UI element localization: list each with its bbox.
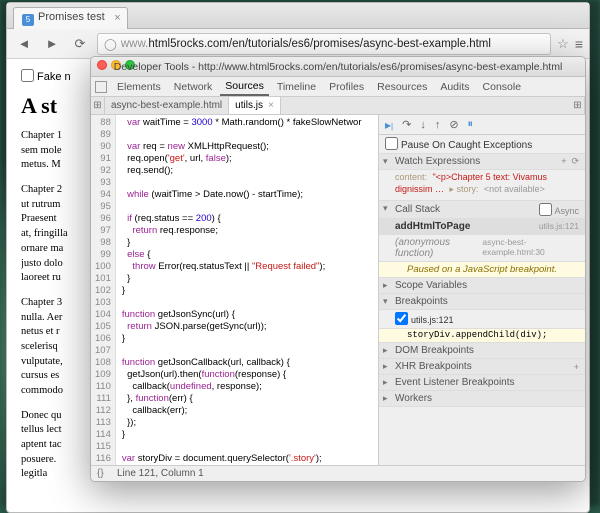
- url-proto: www.: [121, 38, 148, 50]
- globe-icon: ◯: [104, 37, 117, 51]
- breakpoint-item[interactable]: utils.js:121: [379, 310, 585, 329]
- paused-message: Paused on a JavaScript breakpoint.: [379, 262, 585, 278]
- tab-sources[interactable]: Sources: [220, 78, 269, 96]
- inspect-icon[interactable]: [95, 81, 107, 93]
- pretty-print-icon[interactable]: {}: [97, 468, 109, 479]
- bookmark-star-icon[interactable]: ☆: [557, 36, 569, 52]
- section-dom-bp[interactable]: DOM Breakpoints: [379, 343, 585, 359]
- line-gutter: 88 89 90 91 92 93 94 95 96 97 98 99 100 …: [91, 115, 116, 465]
- section-breakpoints[interactable]: Breakpoints: [379, 294, 585, 310]
- file-tabbar: ⊞ async-best-example.html utils.js× ⊞: [91, 97, 585, 115]
- sidebar-toggle-icon[interactable]: ⊞: [571, 97, 585, 114]
- statusbar: {} Line 121, Column 1: [91, 465, 585, 481]
- watch-value[interactable]: content: "<p>Chapter 5 text: Vivamus dig…: [379, 170, 585, 201]
- chrome-menu-icon[interactable]: ≡: [575, 36, 583, 52]
- back-button[interactable]: ◄: [13, 33, 35, 55]
- resume-button[interactable]: ▸|: [385, 118, 393, 132]
- favicon: 5: [22, 14, 34, 26]
- tab-audits[interactable]: Audits: [435, 79, 474, 95]
- step-into-icon[interactable]: ↓: [420, 119, 426, 131]
- section-xhr-bp[interactable]: XHR Breakpoints+: [379, 359, 585, 375]
- tab-elements[interactable]: Elements: [112, 79, 166, 95]
- section-event-bp[interactable]: Event Listener Breakpoints: [379, 375, 585, 391]
- fake-checkbox[interactable]: Fake n: [21, 71, 71, 83]
- chrome-toolbar: ◄ ► ⟳ ◯ www.html5rocks.com/en/tutorials/e…: [7, 29, 589, 59]
- file-tab[interactable]: async-best-example.html: [105, 97, 229, 114]
- step-over-icon[interactable]: ↷: [402, 118, 411, 131]
- reload-button[interactable]: ⟳: [69, 33, 91, 55]
- deactivate-bp-icon[interactable]: ⊘: [449, 118, 458, 131]
- chrome-tabstrip: 5 Promises test ×: [7, 3, 589, 29]
- code-content: var waitTime = 3000 * Math.random() * fa…: [116, 115, 362, 465]
- tab-resources[interactable]: Resources: [372, 79, 432, 95]
- pause-exceptions-icon[interactable]: ⏸: [468, 118, 474, 131]
- tab-profiles[interactable]: Profiles: [324, 79, 369, 95]
- section-watch[interactable]: Watch Expressions+ ⟳: [379, 154, 585, 170]
- forward-button[interactable]: ►: [41, 33, 63, 55]
- para: Chapter 2 ut rutrum Praesent at, fringil…: [21, 183, 93, 286]
- devtools-titlebar[interactable]: Developer Tools - http://www.html5rocks.…: [91, 57, 585, 77]
- tab-console[interactable]: Console: [478, 79, 527, 95]
- step-out-icon[interactable]: ↑: [435, 119, 441, 131]
- url-text: html5rocks.com/en/tutorials/es6/promises…: [148, 38, 491, 50]
- breakpoint-code: storyDiv.appendChild(div);: [379, 329, 585, 343]
- devtools-tabbar: Elements Network Sources Timeline Profil…: [91, 77, 585, 97]
- pause-caught-row[interactable]: Pause On Caught Exceptions: [379, 135, 585, 154]
- watch-tools[interactable]: + ⟳: [561, 156, 579, 167]
- debugger-controls: ▸| ↷ ↓ ↑ ⊘ ⏸: [379, 115, 585, 135]
- file-tab[interactable]: utils.js×: [229, 97, 281, 114]
- para: Chapter 1 sem mole metus. M: [21, 129, 93, 173]
- address-bar[interactable]: ◯ www.html5rocks.com/en/tutorials/es6/pro…: [97, 33, 551, 55]
- cursor-position: Line 121, Column 1: [117, 468, 204, 479]
- section-scope[interactable]: Scope Variables: [379, 278, 585, 294]
- window-title: Developer Tools - http://www.html5rocks.…: [97, 61, 579, 73]
- tab-title: Promises test: [38, 11, 105, 23]
- para: Chapter 3 nulla. Aer netus et r sceleris…: [21, 296, 93, 399]
- navigator-toggle-icon[interactable]: ⊞: [91, 97, 105, 114]
- callstack-frame[interactable]: addHtmlToPageutils.js:121: [379, 219, 585, 235]
- section-callstack[interactable]: Call Stack Async: [379, 201, 585, 219]
- code-editor[interactable]: 88 89 90 91 92 93 94 95 96 97 98 99 100 …: [91, 115, 378, 465]
- tab-timeline[interactable]: Timeline: [272, 79, 321, 95]
- close-icon[interactable]: ×: [268, 100, 274, 111]
- para: Donec qu tellus lect aptent tac posuere.…: [21, 409, 93, 482]
- tab-network[interactable]: Network: [169, 79, 218, 95]
- devtools-window: Developer Tools - http://www.html5rocks.…: [90, 56, 586, 482]
- chrome-tab[interactable]: 5 Promises test ×: [13, 7, 128, 29]
- callstack-frame[interactable]: (anonymous function)async-best-example.h…: [379, 235, 585, 262]
- close-tab-icon[interactable]: ×: [114, 12, 120, 24]
- async-checkbox[interactable]: [539, 203, 552, 216]
- debugger-sidebar: ▸| ↷ ↓ ↑ ⊘ ⏸ Pause On Caught Exceptions …: [378, 115, 585, 465]
- section-workers[interactable]: Workers: [379, 391, 585, 407]
